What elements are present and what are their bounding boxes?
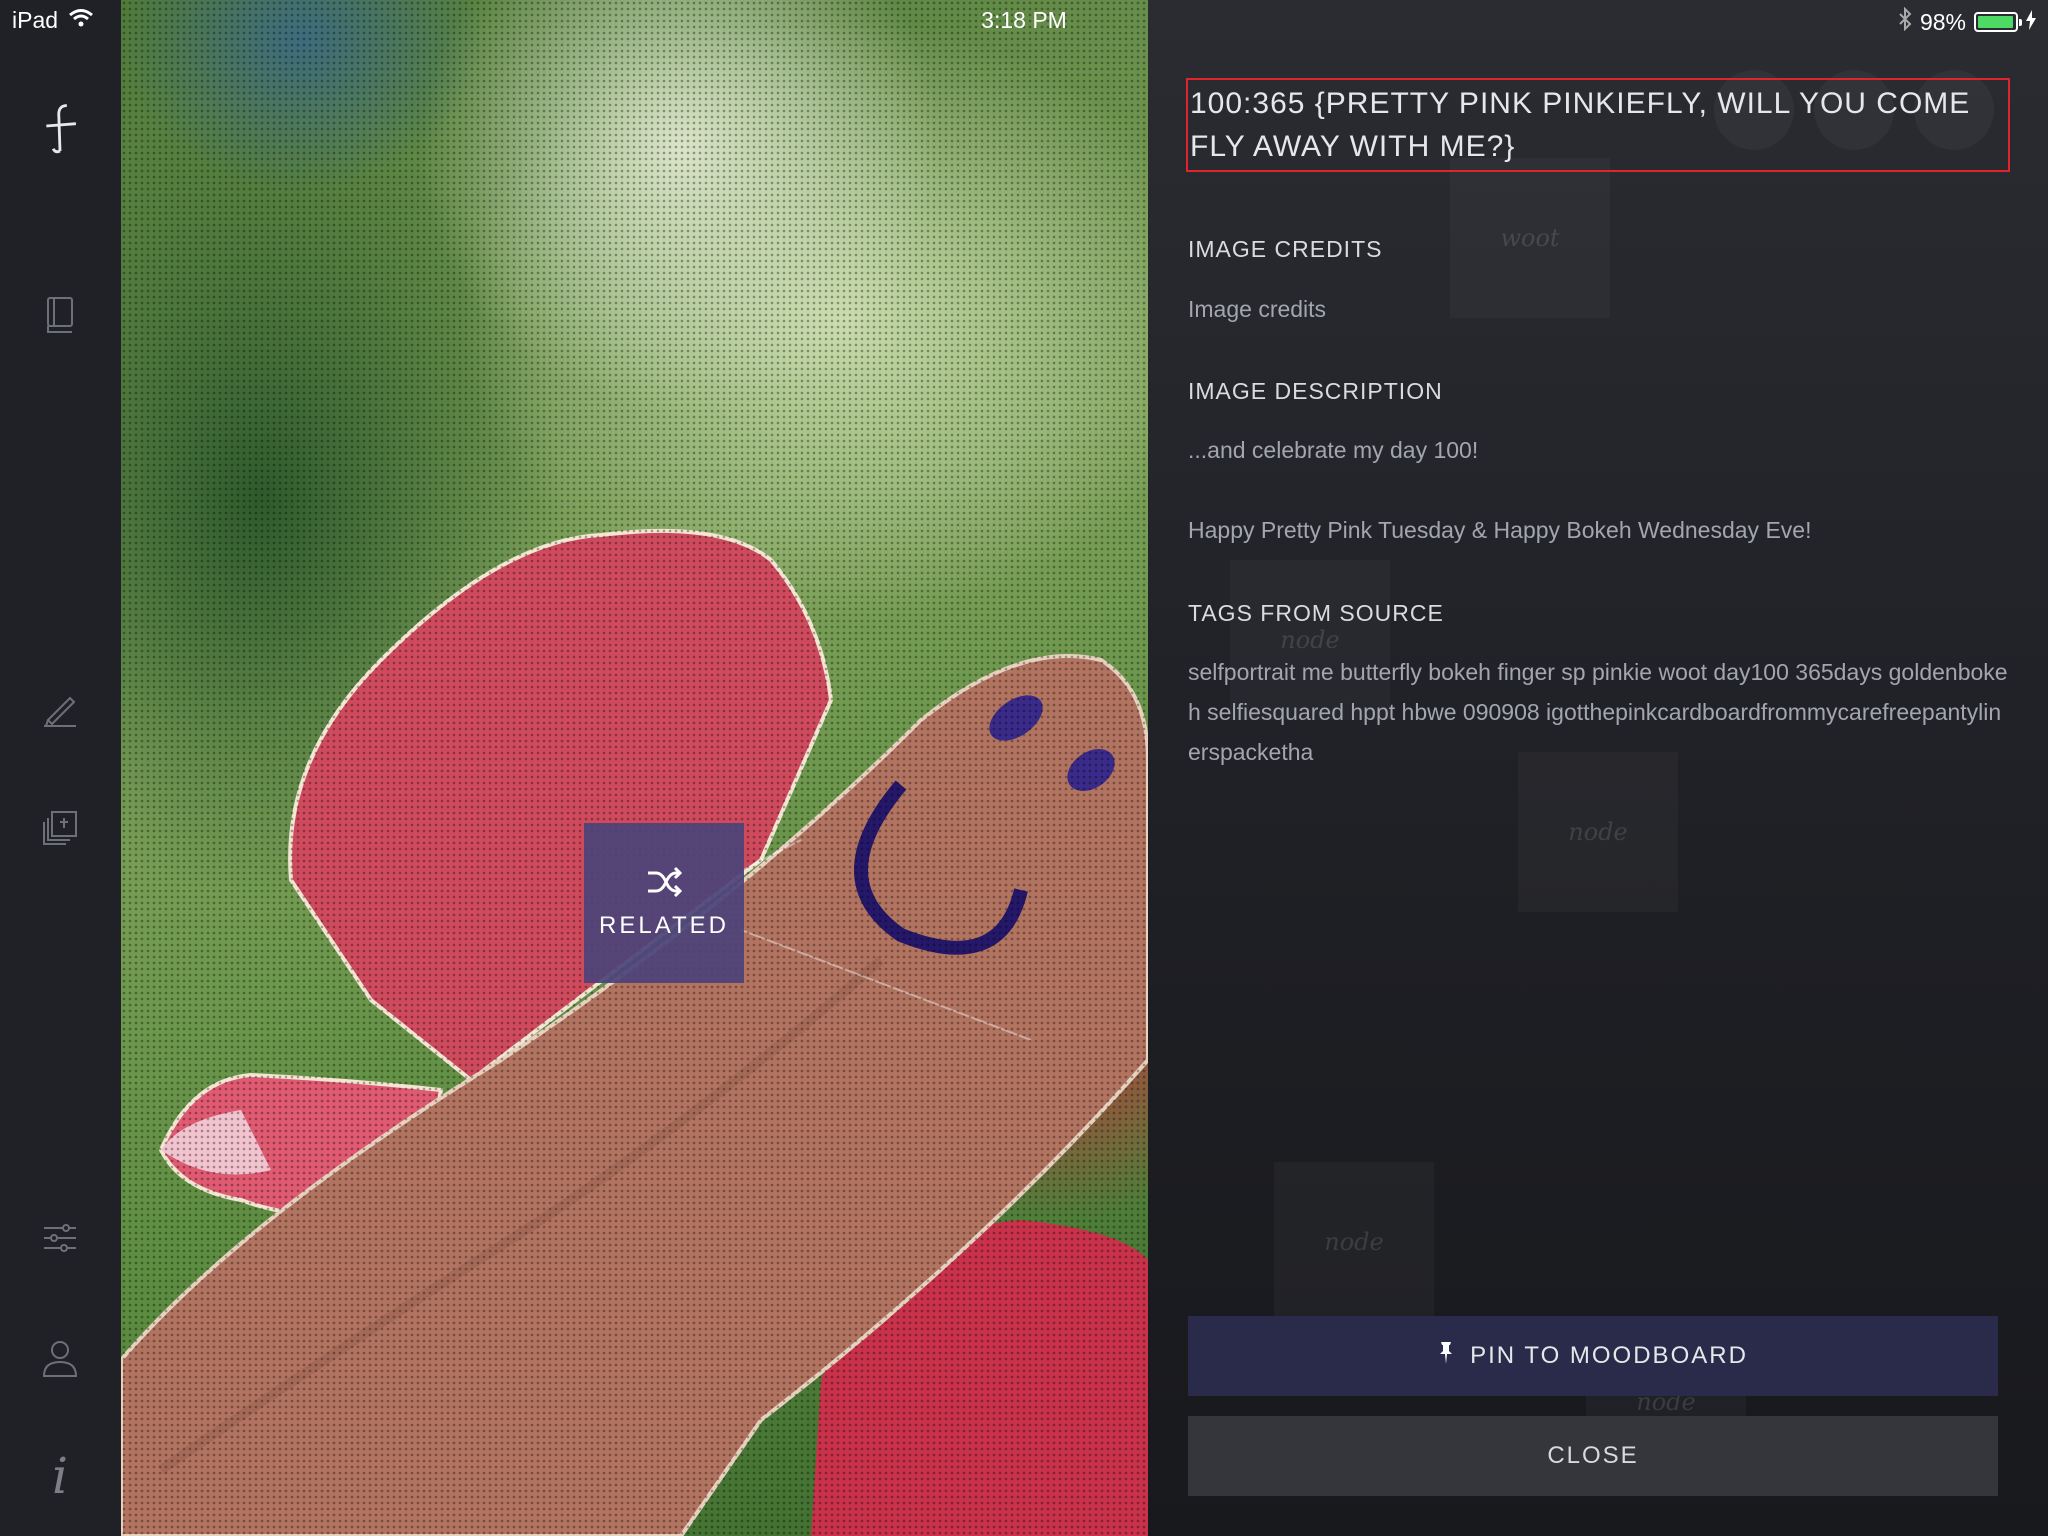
info-icon[interactable]: i (30, 1446, 90, 1506)
description-line-1: ...and celebrate my day 100! (1188, 437, 1479, 463)
background-node-label: node (1568, 818, 1628, 846)
related-button[interactable]: RELATED (584, 823, 744, 983)
battery-fill (1978, 16, 2014, 28)
photo-image (121, 528, 1148, 1536)
shuffle-icon (646, 866, 683, 902)
status-time: 3:18 PM (981, 7, 1067, 33)
pinned-stack-icon[interactable] (30, 798, 90, 858)
pen-icon[interactable] (30, 678, 90, 738)
status-bar: iPad 3:18 PM 98% (0, 0, 2048, 40)
book-icon[interactable] (30, 284, 90, 344)
image-title: 100:365 {Pretty Pink Pinkiefly, will you… (1186, 78, 2010, 172)
sidebar: i (0, 0, 121, 1536)
tags-text: selfportrait me butterfly bokeh finger s… (1188, 659, 2008, 765)
battery-icon (1974, 12, 2022, 32)
credits-heading: IMAGE CREDITS (1188, 236, 1383, 262)
description-line-2: Happy Pretty Pink Tuesday & Happy Bokeh … (1188, 517, 1812, 543)
sliders-icon[interactable] (30, 1208, 90, 1268)
info-glyph: i (52, 1447, 68, 1505)
close-label: CLOSE (1547, 1442, 1639, 1469)
pin-label: PIN TO MOODBOARD (1470, 1342, 1748, 1369)
related-label: RELATED (599, 911, 729, 939)
detail-panel: woot node node node node 100:365 {Pretty… (1148, 0, 2048, 1536)
description-heading: IMAGE DESCRIPTION (1188, 378, 1443, 404)
pin-to-moodboard-button[interactable]: PIN TO MOODBOARD (1188, 1316, 1998, 1396)
battery-percent: 98% (1919, 8, 1966, 35)
background-node-label: node (1324, 1228, 1384, 1256)
tags-heading: TAGS FROM SOURCE (1188, 600, 1444, 626)
credits-text: Image credits (1188, 296, 1327, 322)
close-button[interactable]: CLOSE (1188, 1416, 1998, 1496)
bluetooth-icon (1898, 6, 1912, 37)
app-logo-icon[interactable] (30, 96, 90, 156)
background-node: node (1518, 752, 1678, 912)
background-node-label: woot (1500, 224, 1560, 252)
photo-viewer: RELATED node (121, 0, 1148, 1536)
user-icon[interactable] (30, 1328, 90, 1388)
status-right: 98% (1898, 6, 2036, 37)
background-node: node (1274, 1162, 1434, 1322)
background-node-label: node (1280, 626, 1340, 654)
charging-icon (2026, 9, 2036, 36)
pushpin-icon (1438, 1341, 1454, 1371)
